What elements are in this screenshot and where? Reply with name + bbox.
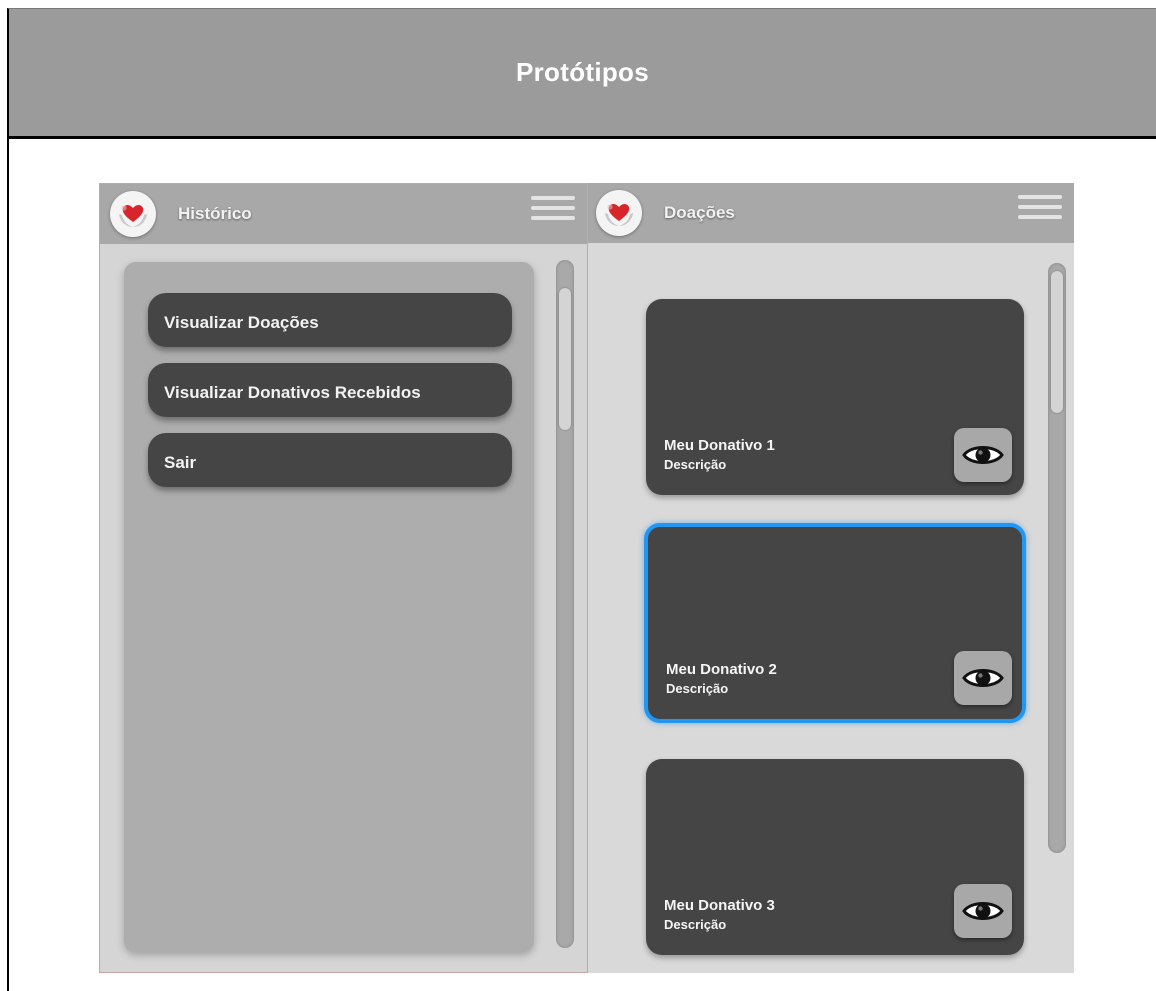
eye-icon[interactable] bbox=[954, 884, 1012, 938]
donation-card-1[interactable]: Meu Donativo 1 Descrição bbox=[646, 299, 1024, 495]
card-title: Meu Donativo 2 bbox=[666, 661, 777, 678]
scrollbar-track[interactable] bbox=[556, 260, 574, 948]
heart-hands-icon bbox=[596, 190, 642, 236]
document-header: Protótipos bbox=[7, 8, 1156, 139]
card-title: Meu Donativo 1 bbox=[664, 437, 775, 454]
scrollbar-thumb[interactable] bbox=[559, 288, 571, 430]
history-menu-panel: Visualizar Doações Visualizar Donativos … bbox=[124, 262, 534, 952]
app-bar-title: Histórico bbox=[178, 204, 252, 223]
view-donations-button[interactable]: Visualizar Doações bbox=[148, 293, 512, 347]
eye-icon[interactable] bbox=[954, 428, 1012, 482]
eye-icon[interactable] bbox=[954, 651, 1012, 705]
logout-button[interactable]: Sair bbox=[148, 433, 512, 487]
hamburger-menu-icon[interactable] bbox=[531, 196, 575, 230]
doacoes-screen: Doações Meu Donativo 1 Descrição Meu Don… bbox=[588, 183, 1074, 973]
app-bar-title: Doações bbox=[664, 203, 735, 222]
view-received-donations-button[interactable]: Visualizar Donativos Recebidos bbox=[148, 363, 512, 417]
heart-hands-icon bbox=[110, 191, 156, 237]
document-title: Protótipos bbox=[516, 57, 649, 87]
scrollbar-thumb[interactable] bbox=[1051, 271, 1063, 413]
hamburger-menu-icon[interactable] bbox=[1018, 195, 1062, 229]
card-description: Descrição bbox=[664, 917, 727, 932]
app-bar: Histórico bbox=[100, 184, 587, 244]
donation-card-3[interactable]: Meu Donativo 3 Descrição bbox=[646, 759, 1024, 955]
donation-card-2[interactable]: Meu Donativo 2 Descrição bbox=[644, 523, 1026, 723]
document-left-border bbox=[7, 139, 9, 991]
card-title: Meu Donativo 3 bbox=[664, 897, 775, 914]
app-bar: Doações bbox=[588, 183, 1074, 243]
card-description: Descrição bbox=[666, 681, 729, 696]
scrollbar-track[interactable] bbox=[1048, 263, 1066, 853]
card-description: Descrição bbox=[664, 457, 727, 472]
historico-screen: Histórico Visualizar Doações Visualizar … bbox=[99, 183, 588, 973]
